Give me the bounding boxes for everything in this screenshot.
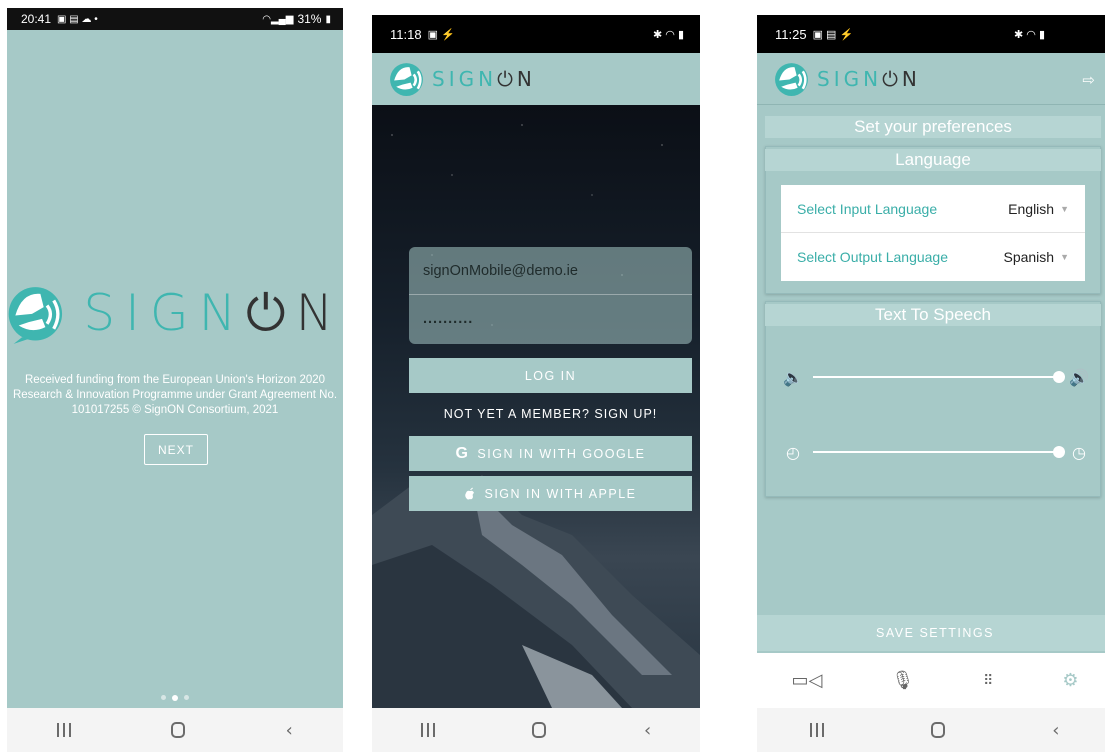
speed-slider-thumb[interactable] [1053, 446, 1065, 458]
google-sign-in-button[interactable]: G SIGN IN WITH GOOGLE [409, 436, 692, 471]
signon-hand-icon [390, 63, 423, 96]
app-header: SIGN ⏻ N ⇨ [757, 53, 1105, 105]
funding-notice: Received funding from the European Union… [12, 374, 338, 416]
save-settings-button[interactable]: SAVE SETTINGS [757, 615, 1105, 651]
volume-slider[interactable] [813, 371, 1065, 383]
system-nav-bar: ‹ [757, 708, 1105, 752]
video-camera-icon[interactable]: ▭◁ [791, 670, 822, 691]
signup-link[interactable]: NOT YET A MEMBER? SIGN UP! [409, 407, 692, 421]
login-button[interactable]: LOG IN [409, 358, 692, 393]
signal-icon: ◠▂▄▆ [262, 13, 294, 25]
password-field[interactable]: .......... [409, 295, 692, 343]
signon-hand-icon [8, 287, 63, 344]
battery-percent: 31% [297, 12, 322, 26]
speed-slider[interactable] [813, 446, 1065, 458]
output-language-value: Spanish [1003, 249, 1055, 265]
speed-slider-row: ◴ ◷ [781, 439, 1091, 465]
logout-icon[interactable]: ⇨ [1082, 71, 1095, 89]
volume-low-icon: 🔈 [783, 367, 803, 387]
status-bar: 20:41 ▣ ▤ ☁ • ◠▂▄▆ 31% ▮ [7, 8, 343, 30]
signon-wordmark: SIGN ⏻ N [83, 284, 343, 343]
signon-wordmark: SIGN ⏻ N [432, 67, 536, 91]
status-time: 11:25 [775, 26, 807, 42]
email-field[interactable]: signOnMobile@demo.ie [409, 247, 692, 295]
page-title: Set your preferences [765, 116, 1101, 138]
wordmark-sign: SIGN [432, 67, 498, 91]
tts-section-title: Text To Speech [765, 304, 1101, 326]
next-button[interactable]: NEXT [144, 434, 208, 465]
notification-icons: ▣ ▤ ⚡ [812, 28, 854, 41]
apple-sign-in-label: SIGN IN WITH APPLE [484, 486, 637, 501]
signon-wordmark: SIGN ⏻ N [817, 67, 921, 91]
settings-icon[interactable]: ⚙ [1062, 670, 1078, 691]
input-language-select[interactable]: English ▼ [1008, 201, 1069, 217]
microphone-icon[interactable]: 🎙 [891, 670, 914, 691]
system-status-icons: ✱ ◠ ▮ [1014, 28, 1045, 41]
wordmark-sign: SIGN [817, 66, 883, 91]
page-indicator [7, 695, 343, 701]
page-dot [161, 695, 166, 700]
input-language-label: Select Input Language [797, 200, 938, 217]
wordmark-sign: SIGN [83, 284, 247, 342]
volume-high-icon: 🔊 [1069, 367, 1089, 387]
status-bar: 11:25 ▣ ▤ ⚡ ✱ ◠ ▮ [757, 15, 1105, 53]
notification-icons: ▣ ⚡ [427, 28, 455, 41]
power-icon: ⏻ [882, 66, 902, 91]
bottom-tab-bar: ▭◁ 🎙 ⠿ ⚙ [757, 653, 1105, 708]
battery-icon: ▮ [325, 13, 331, 25]
back-button[interactable]: ‹ [286, 720, 293, 741]
notification-icons: ▣ ▤ ☁ • [57, 13, 98, 25]
app-header: SIGN ⏻ N [372, 53, 700, 105]
back-button[interactable]: ‹ [644, 720, 651, 741]
system-status-icons: ✱ ◠ ▮ [653, 28, 684, 41]
google-icon: G [455, 444, 470, 462]
page-dot [184, 695, 189, 700]
wordmark-n: N [901, 66, 921, 91]
language-section-title: Language [765, 149, 1101, 171]
page-dot-active [172, 695, 178, 701]
input-language-row[interactable]: Select Input Language English ▼ [781, 185, 1085, 233]
keypad-icon[interactable]: ⠿ [983, 673, 993, 689]
system-nav-bar: ‹ [7, 708, 343, 752]
power-icon: ⏻ [246, 283, 296, 342]
input-language-value: English [1008, 200, 1055, 217]
tts-panel [765, 301, 1101, 497]
status-bar: 11:18 ▣ ⚡ ✱ ◠ ▮ [372, 15, 700, 53]
wordmark-n: N [516, 67, 536, 91]
recents-button[interactable] [420, 723, 435, 737]
dropdown-caret-icon: ▼ [1060, 252, 1069, 262]
home-button[interactable] [532, 722, 547, 738]
signon-hand-icon [775, 62, 808, 96]
output-language-row[interactable]: Select Output Language Spanish ▼ [781, 233, 1085, 281]
recents-button[interactable] [57, 723, 72, 737]
screen-preferences: 11:25 ▣ ▤ ⚡ ✱ ◠ ▮ SIGN ⏻ N ⇨ Set your pr… [757, 15, 1105, 752]
credentials-card: signOnMobile@demo.ie .......... [409, 247, 692, 344]
wordmark-n: N [295, 284, 343, 342]
apple-icon [465, 487, 475, 499]
volume-slider-thumb[interactable] [1053, 371, 1065, 383]
power-icon: ⏻ [497, 67, 517, 91]
language-selector-card: Select Input Language English ▼ Select O… [781, 185, 1085, 281]
system-nav-bar: ‹ [372, 708, 700, 752]
screen-login: 11:18 ▣ ⚡ ✱ ◠ ▮ SIGN ⏻ N signOnMobile@de… [372, 15, 700, 752]
signon-logo: SIGN ⏻ N [7, 273, 343, 353]
output-language-select[interactable]: Spanish ▼ [1003, 249, 1069, 265]
speed-slow-icon: ◴ [786, 442, 800, 462]
volume-slider-row: 🔈 🔊 [781, 364, 1091, 390]
speed-fast-icon: ◷ [1072, 442, 1086, 462]
screen-welcome: 20:41 ▣ ▤ ☁ • ◠▂▄▆ 31% ▮ SIGN ⏻ N Receiv… [7, 8, 343, 752]
google-sign-in-label: SIGN IN WITH GOOGLE [477, 446, 646, 461]
home-button[interactable] [931, 722, 946, 738]
recents-button[interactable] [810, 723, 825, 737]
apple-sign-in-button[interactable]: SIGN IN WITH APPLE [409, 476, 692, 511]
home-button[interactable] [171, 722, 186, 738]
status-time: 11:18 [390, 26, 422, 42]
status-time: 20:41 [21, 12, 52, 26]
back-button[interactable]: ‹ [1052, 720, 1059, 741]
dropdown-caret-icon: ▼ [1060, 203, 1069, 214]
output-language-label: Select Output Language [797, 249, 949, 265]
